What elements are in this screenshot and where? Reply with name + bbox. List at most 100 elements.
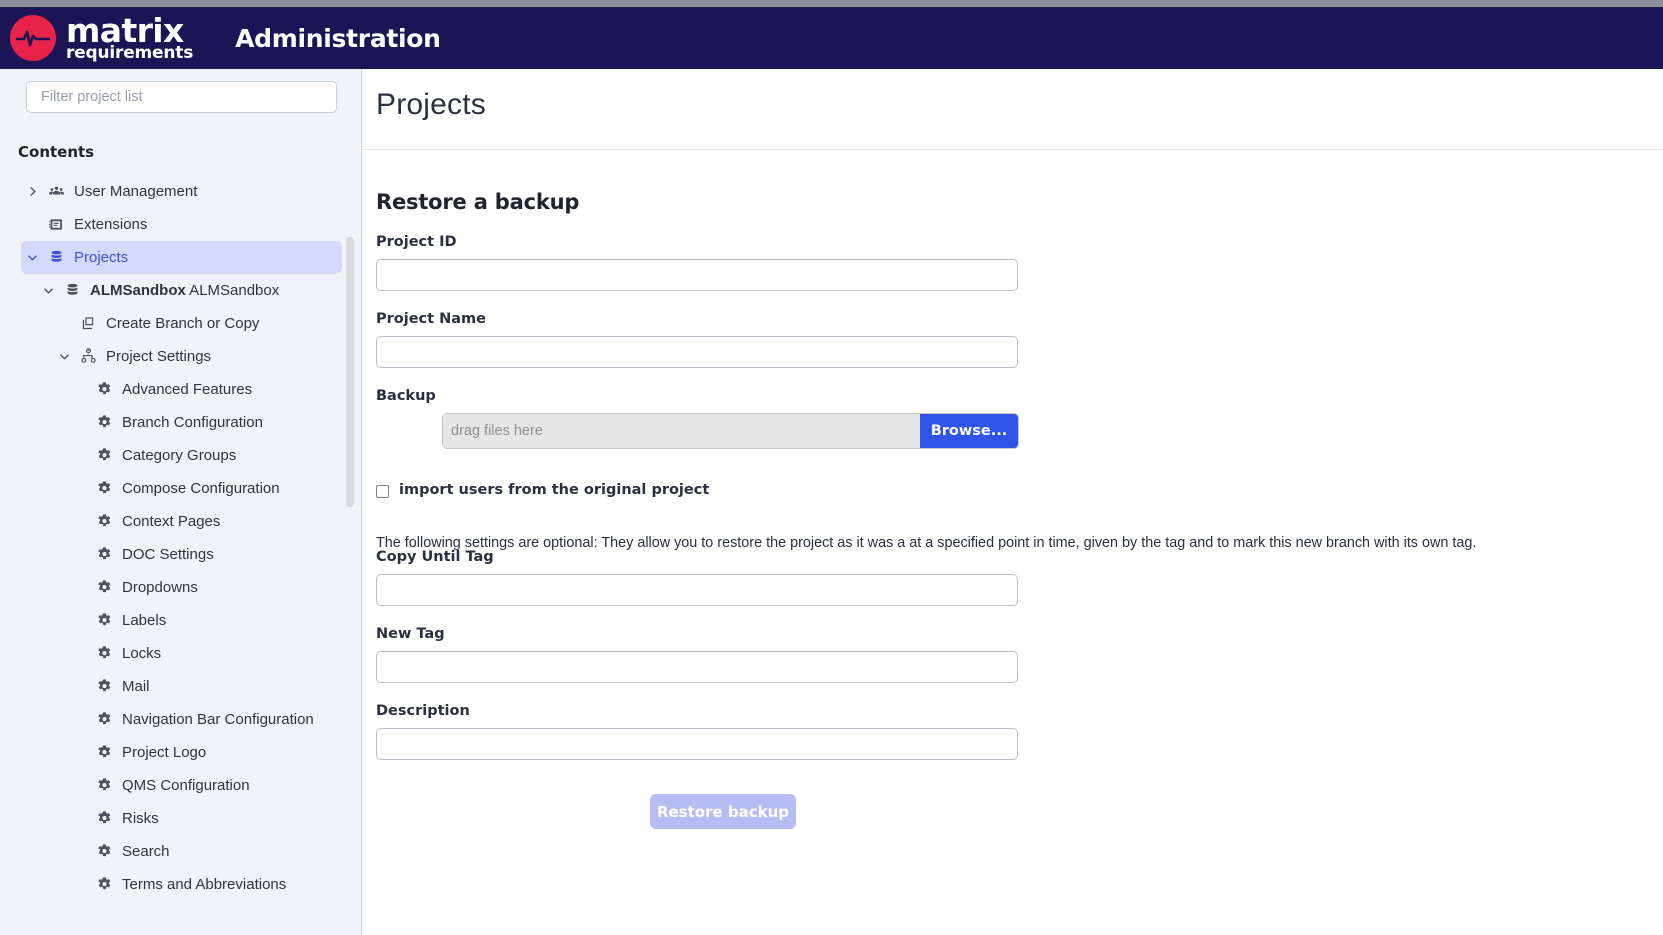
gear-icon (91, 678, 117, 695)
description-label: Description (376, 703, 1663, 719)
field-description: Description (376, 703, 1663, 760)
tree-item-label: Projects (69, 249, 128, 266)
optional-settings-note: The following settings are optional: The… (376, 535, 1663, 551)
tree-item-label: Project Logo (117, 744, 206, 761)
gear-icon (91, 843, 117, 860)
chevron-down-icon[interactable] (37, 285, 59, 296)
brand-wordmark: matrix requirements (66, 14, 193, 62)
tree-item-label: Advanced Features (117, 381, 252, 398)
users-icon (43, 183, 69, 200)
database-icon (59, 282, 85, 299)
browse-button[interactable]: Browse... (920, 414, 1018, 448)
file-upload-row: drag files here Browse... (442, 413, 1019, 449)
window-top-strip (0, 0, 1663, 7)
tree-item-dropdowns[interactable]: Dropdowns (21, 571, 342, 604)
tree-item-label: Dropdowns (117, 579, 198, 596)
tree-item-mail[interactable]: Mail (21, 670, 342, 703)
gear-icon (91, 711, 117, 728)
tree-item-label: DOC Settings (117, 546, 214, 563)
tree-item-label: Labels (117, 612, 166, 629)
tree-item-label: Context Pages (117, 513, 220, 530)
tree-item-label: Project Settings (101, 348, 211, 365)
tree-item-advanced-features[interactable]: Advanced Features (21, 373, 342, 406)
tree-item-label: Search (117, 843, 170, 860)
tree-item-locks[interactable]: Locks (21, 637, 342, 670)
project-id-label: Project ID (376, 234, 1663, 250)
brand-line-2: requirements (66, 45, 193, 62)
tree-item-doc-settings[interactable]: DOC Settings (21, 538, 342, 571)
field-copy-until-tag: Copy Until Tag (376, 549, 1663, 606)
section-heading: Restore a backup (376, 190, 1663, 214)
gear-icon (91, 645, 117, 662)
field-backup: Backup drag files here Browse... (376, 388, 1663, 449)
tree-item-label: User Management (69, 183, 197, 200)
filter-row (0, 69, 361, 113)
gear-icon (91, 777, 117, 794)
tree-item-navigation-bar-configuration[interactable]: Navigation Bar Configuration (21, 703, 342, 736)
field-project-id: Project ID (376, 234, 1663, 291)
tree-item-labels[interactable]: Labels (21, 604, 342, 637)
import-users-checkbox[interactable] (376, 485, 389, 498)
new-tag-input[interactable] (376, 651, 1018, 683)
tree-item-label: Extensions (69, 216, 147, 233)
field-project-name: Project Name (376, 311, 1663, 368)
app-root: matrix requirements Administration Conte… (0, 0, 1663, 935)
description-input[interactable] (376, 728, 1018, 760)
tree-item-user-management[interactable]: User Management (21, 175, 342, 208)
tree-item-label: Terms and Abbreviations (117, 876, 286, 893)
project-tree: User Management Extensions Projects ALMSand… (0, 175, 361, 901)
gear-icon (91, 876, 117, 893)
tree-item-extensions[interactable]: Extensions (21, 208, 342, 241)
project-name-input[interactable] (376, 336, 1018, 368)
field-new-tag: New Tag (376, 626, 1663, 683)
backup-dropzone[interactable]: drag files here (443, 414, 920, 448)
project-id-input[interactable] (376, 259, 1018, 291)
app-title: Administration (235, 24, 441, 53)
import-users-row[interactable]: import users from the original project (376, 482, 1663, 498)
gear-icon (91, 513, 117, 530)
form-actions: Restore backup (376, 794, 1070, 829)
brand-logo[interactable]: matrix requirements (10, 14, 193, 62)
filter-project-list-input[interactable] (26, 81, 337, 113)
gear-icon (91, 480, 117, 497)
extension-icon (43, 216, 69, 233)
tree-item-label: Mail (117, 678, 150, 695)
copy-until-tag-input[interactable] (376, 574, 1018, 606)
tree-item-context-pages[interactable]: Context Pages (21, 505, 342, 538)
tree-item-projects[interactable]: Projects (21, 241, 342, 274)
tree-item-label: Navigation Bar Configuration (117, 711, 314, 728)
chevron-down-icon[interactable] (53, 351, 75, 362)
main-content: Projects Restore a backup Project ID Pro… (362, 69, 1663, 935)
sidebar-scrollbar[interactable] (346, 237, 354, 507)
import-users-label: import users from the original project (399, 482, 709, 498)
gear-icon (91, 612, 117, 629)
tree-item-compose-configuration[interactable]: Compose Configuration (21, 472, 342, 505)
tree-item-label: Category Groups (117, 447, 236, 464)
tree-item-branch-configuration[interactable]: Branch Configuration (21, 406, 342, 439)
chevron-right-icon[interactable] (21, 186, 43, 197)
tree-item-create-branch-or-copy[interactable]: Create Branch or Copy (21, 307, 342, 340)
restore-backup-button[interactable]: Restore backup (650, 794, 796, 829)
database-gear-icon (43, 249, 69, 266)
tree-item-project-settings[interactable]: Project Settings (21, 340, 342, 373)
tree-item-label: Branch Configuration (117, 414, 263, 431)
tree-item-project-logo[interactable]: Project Logo (21, 736, 342, 769)
tree-item-qms-configuration[interactable]: QMS Configuration (21, 769, 342, 802)
tree-item-terms-and-abbreviations[interactable]: Terms and Abbreviations (21, 868, 342, 901)
copy-until-tag-label: Copy Until Tag (376, 549, 1663, 565)
gear-icon (91, 579, 117, 596)
tree-item-risks[interactable]: Risks (21, 802, 342, 835)
tree-item-label: Create Branch or Copy (101, 315, 259, 332)
gear-icon (91, 744, 117, 761)
tree-item-category-groups[interactable]: Category Groups (21, 439, 342, 472)
copy-icon (75, 315, 101, 332)
app-header: matrix requirements Administration (0, 7, 1663, 69)
project-name-label: Project Name (376, 311, 1663, 327)
chevron-down-icon[interactable] (21, 252, 43, 263)
backup-label: Backup (376, 388, 1663, 404)
tree-item-almsandbox[interactable]: ALMSandbox ALMSandbox (21, 274, 342, 307)
new-tag-label: New Tag (376, 626, 1663, 642)
body-split: Contents User ManagementExtensionsProjec… (0, 69, 1663, 935)
tree-item-search[interactable]: Search (21, 835, 342, 868)
tree-item-label: Locks (117, 645, 161, 662)
